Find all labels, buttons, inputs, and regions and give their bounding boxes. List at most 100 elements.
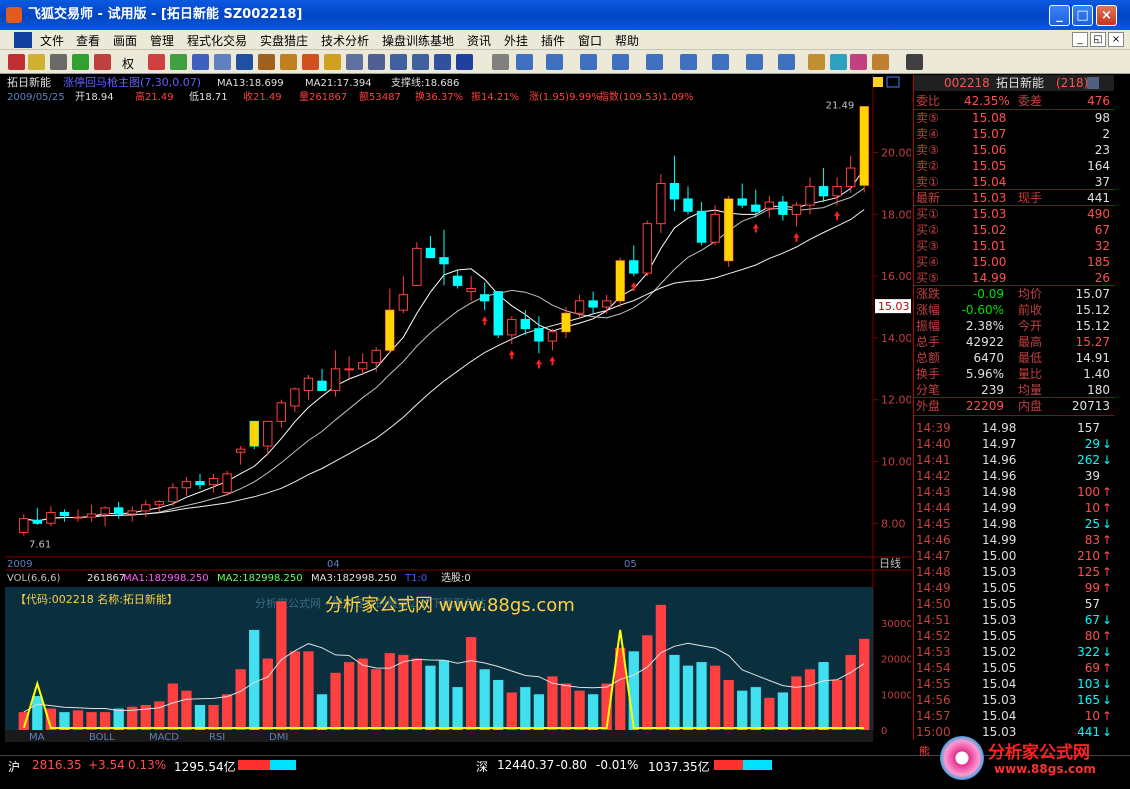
toolbar-vlines-icon[interactable] (580, 54, 597, 70)
sh-amount: 1295.54亿 (174, 760, 236, 774)
quote-menu-icon[interactable] (1087, 77, 1099, 89)
toolbar-pen-icon[interactable] (324, 54, 341, 70)
toolbar-split-icon[interactable] (412, 54, 429, 70)
menu-program-trade[interactable]: 程式化交易 (187, 32, 247, 49)
toolbar-right-adjust[interactable]: 权 (122, 55, 134, 72)
chart-panel[interactable]: 20.00 18.00 16.00 14.00 12.00 10.00 8.00 15.03 拓… (5, 75, 919, 755)
tick-row: 14:46 14.99 83 ↑ (914, 532, 1114, 548)
quote-panel: 002218 拓日新能 (218) 委比 42.35% 委差 476 卖⑤ 15.… (913, 75, 1114, 740)
menu-screen[interactable]: 画面 (113, 32, 137, 49)
toolbar-arrow-icon[interactable] (8, 54, 25, 70)
candle-body (46, 511, 56, 524)
toolbar-hline-icon[interactable] (546, 54, 563, 70)
maximize-button[interactable]: □ (1072, 5, 1093, 26)
tick-row: 14:55 15.04 103 ↓ (914, 676, 1114, 692)
toolbar-move-icon[interactable] (72, 54, 89, 70)
toolbar-magnet-icon[interactable] (850, 54, 867, 70)
menu-tech-analysis[interactable]: 技术分析 (321, 32, 369, 49)
volume-bar (208, 704, 219, 730)
menu-manage[interactable]: 管理 (150, 32, 174, 49)
toolbar-table-icon[interactable] (456, 54, 473, 70)
toolbar-box-icon[interactable] (258, 54, 275, 70)
candle-body (19, 518, 29, 534)
candle-body (656, 182, 666, 225)
stat-label: 涨跌 (916, 287, 941, 301)
candle-body (263, 420, 273, 447)
tick-row: 14:47 15.00 210 ↑ (914, 548, 1114, 564)
candle-body (642, 223, 653, 274)
tick-time: 14:48 (916, 565, 951, 579)
vol-ma3: MA3:182998.250 (311, 573, 397, 584)
app-window: 飞狐交易师 - 试用版 - [拓日新能 SZ002218] _ □ × 文件 查… (0, 0, 1130, 789)
menu-help[interactable]: 帮助 (615, 32, 639, 49)
toolbar-grid-icon[interactable] (192, 54, 209, 70)
toolbar-parallel-icon[interactable] (680, 54, 697, 70)
candle-body (168, 487, 178, 503)
candle-body (547, 331, 558, 342)
candle-body (208, 477, 219, 486)
menu-info[interactable]: 资讯 (467, 32, 491, 49)
toolbar-rect-icon[interactable] (712, 54, 729, 70)
toolbar-alarm-icon[interactable] (302, 54, 319, 70)
candle-body (290, 388, 300, 407)
volume-bar (276, 601, 287, 730)
tick-arrow: ↓ (1101, 437, 1112, 451)
toolbar-clock-icon[interactable] (280, 54, 297, 70)
toolbar-palette-icon[interactable] (872, 54, 889, 70)
menu-window[interactable]: 窗口 (578, 32, 602, 49)
toolbar-cube-icon[interactable] (236, 54, 253, 70)
toolbar-trash-icon[interactable] (830, 54, 847, 70)
toolbar-window-icon[interactable] (368, 54, 385, 70)
volume-bar (764, 697, 775, 730)
toolbar-swap-icon[interactable] (94, 54, 111, 70)
toolbar-star-icon[interactable] (28, 54, 45, 70)
mdi-minimize-button[interactable]: _ (1072, 32, 1088, 47)
candle-body (574, 300, 585, 314)
bid-row: 买② 15.02 67 (914, 222, 1114, 238)
tick-row: 14:40 14.97 29 ↓ (914, 436, 1114, 452)
mdi-close-button[interactable]: × (1108, 32, 1124, 47)
toolbar-dots-icon[interactable] (148, 54, 165, 70)
toolbar-circle-icon[interactable] (746, 54, 763, 70)
stock-name: 拓日新能 (7, 75, 51, 89)
close-button[interactable]: × (1096, 5, 1117, 26)
menu-training[interactable]: 操盘训练基地 (382, 32, 454, 49)
ask-label: 卖③ (916, 143, 939, 157)
toolbar-multi-icon[interactable] (390, 54, 407, 70)
candle-body (805, 186, 815, 206)
toolbar-line-icon[interactable] (516, 54, 533, 70)
panel-divider (914, 397, 1114, 398)
candle-body (832, 186, 842, 197)
weicha-value: 476 (1087, 94, 1110, 108)
volume-bar (574, 690, 585, 730)
ask-label: 卖⑤ (916, 111, 939, 125)
toolbar-cursor-icon[interactable] (492, 54, 509, 70)
tick-arrow: ↑ (1101, 581, 1112, 595)
candle-body (425, 247, 436, 259)
vol-ma1: MA1:182998.250 (123, 573, 209, 584)
toolbar-erase-icon[interactable] (808, 54, 825, 70)
toolbar-list-icon[interactable] (434, 54, 451, 70)
candle-body (683, 198, 693, 212)
minimize-button[interactable]: _ (1049, 5, 1070, 26)
tick-price: 14.98 (982, 421, 1017, 435)
volume-bar (425, 665, 436, 730)
menu-plugins[interactable]: 插件 (541, 32, 565, 49)
toolbar-channel-icon[interactable] (646, 54, 663, 70)
candle-body (588, 300, 598, 308)
toolbar-text-icon[interactable] (778, 54, 795, 70)
mdi-restore-button[interactable]: ◱ (1090, 32, 1106, 47)
outer-label: 外盘 (916, 399, 941, 413)
toolbar-fan-icon[interactable] (612, 54, 629, 70)
menu-plugin-ext[interactable]: 外挂 (504, 32, 528, 49)
anchor-icon (873, 77, 883, 87)
toolbar-save-icon[interactable] (906, 54, 923, 70)
menu-live-hunt[interactable]: 实盘猎庄 (260, 32, 308, 49)
menu-view[interactable]: 查看 (76, 32, 100, 49)
kline-chart[interactable]: 20.00 18.00 16.00 14.00 12.00 10.00 8.00 15.03 拓… (5, 75, 919, 755)
toolbar-oo-icon[interactable] (170, 54, 187, 70)
toolbar-layout-icon[interactable] (346, 54, 363, 70)
toolbar-rsi-icon[interactable] (50, 54, 67, 70)
toolbar-book-icon[interactable] (214, 54, 231, 70)
menu-file[interactable]: 文件 (40, 32, 64, 49)
